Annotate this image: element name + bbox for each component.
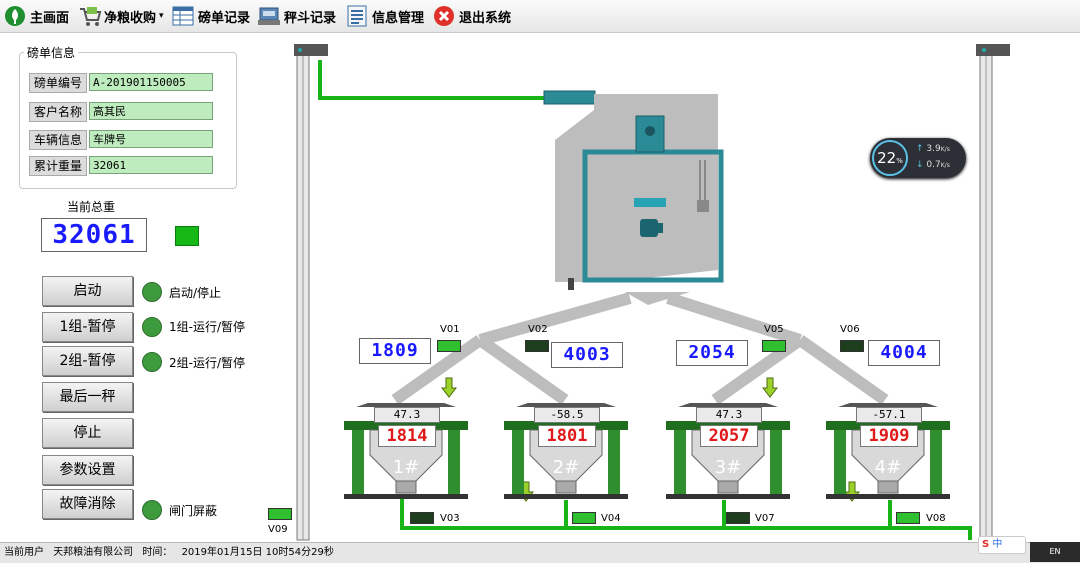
hopper-4-weight-top: -57.1: [856, 407, 922, 423]
hopper-4: -57.1 1909 4#: [826, 403, 950, 503]
hopper-3-label: 3#: [714, 457, 742, 478]
reading-1: 1809: [359, 338, 431, 364]
split-chutes: [391, 292, 889, 405]
valve-v01-label: V01: [440, 324, 460, 335]
right-elevator-column: [976, 44, 1010, 541]
hopper-2-label: 2#: [552, 457, 580, 478]
upload-speed: ↑ 3.9K/s: [916, 144, 950, 154]
hopper-3-weight-top: 47.3: [696, 407, 762, 423]
feed-valve: [543, 90, 596, 105]
time-value: 2019年01月15日 10时54分29秒: [181, 547, 334, 558]
hopper-3-weight-red: 2057: [700, 425, 758, 447]
upload-value: 3.9: [926, 144, 941, 154]
user-value: 天邦粮油有限公司: [53, 547, 134, 558]
sogou-icon: S: [982, 539, 990, 550]
valve-v08[interactable]: [896, 512, 920, 524]
hopper-1-weight-top: 47.3: [374, 407, 440, 423]
download-unit: K/s: [940, 162, 950, 169]
download-arrow-icon: ↓: [916, 160, 924, 170]
reading-4: 4004: [868, 340, 940, 366]
motor-icon: [640, 219, 658, 237]
hopper-1-weight-red: 1814: [378, 425, 436, 447]
status-bar: 当前用户 天邦粮油有限公司 时间： 2019年01月15日 10时54分29秒: [0, 542, 1080, 563]
hopper-2-weight-red: 1801: [538, 425, 596, 447]
valve-v07-label: V07: [755, 513, 775, 524]
hopper-1-label: 1#: [392, 457, 420, 478]
valve-v06-label: V06: [840, 324, 860, 335]
cpu-percent: 22: [877, 149, 897, 167]
valve-v06[interactable]: [840, 340, 864, 352]
valve-v02-label: V02: [528, 324, 548, 335]
hopper-1: 47.3 1814 1#: [344, 403, 468, 503]
hopper-3: 47.3 2057 3#: [666, 403, 790, 503]
valve-v04-label: V04: [601, 513, 621, 524]
upload-arrow-icon: ↑: [916, 144, 924, 154]
upload-unit: K/s: [940, 146, 950, 153]
download-value: 0.7: [926, 160, 941, 170]
download-speed: ↓ 0.7K/s: [916, 160, 950, 170]
hopper-4-label: 4#: [874, 457, 902, 478]
valve-v05-label: V05: [764, 324, 784, 335]
ime-mode: 中: [992, 539, 1003, 550]
valve-v08-label: V08: [926, 513, 946, 524]
language-indicator[interactable]: EN: [1030, 542, 1080, 562]
user-label: 当前用户: [4, 547, 44, 558]
hopper-4-weight-red: 1909: [860, 425, 918, 447]
cpu-percent-ring: 22%: [872, 140, 908, 176]
valve-v07[interactable]: [726, 512, 750, 524]
valve-v03[interactable]: [410, 512, 434, 524]
hopper-2-weight-top: -58.5: [534, 407, 600, 423]
ime-indicator[interactable]: S 中: [978, 536, 1026, 554]
hopper-2: -58.5 1801 2#: [504, 403, 628, 503]
reading-3: 2054: [676, 340, 748, 366]
network-speed-widget[interactable]: 22% ↑ 3.9K/s ↓ 0.7K/s: [870, 138, 966, 178]
valve-v01[interactable]: [437, 340, 461, 352]
left-elevator-column: [294, 44, 328, 541]
reading-2: 4003: [551, 342, 623, 368]
valve-v04[interactable]: [572, 512, 596, 524]
time-label: 时间：: [142, 547, 173, 558]
feed-pipe: [318, 60, 548, 100]
valve-v02[interactable]: [525, 340, 549, 352]
valve-v05[interactable]: [762, 340, 786, 352]
valve-v03-label: V03: [440, 513, 460, 524]
